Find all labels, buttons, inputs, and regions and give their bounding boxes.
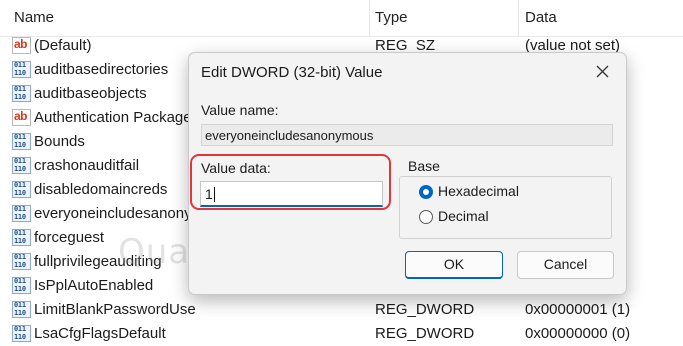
list-header: Name Type Data	[0, 0, 683, 37]
value-name: Bounds	[34, 133, 85, 150]
value-name: Authentication Package	[34, 109, 192, 126]
edit-dword-dialog: Edit DWORD (32-bit) Value Value name: ev…	[188, 52, 627, 295]
binary-value-icon: 011 110	[12, 277, 31, 294]
hexadecimal-radio[interactable]	[419, 185, 433, 199]
decimal-radio[interactable]	[419, 210, 433, 224]
value-name: LsaCfgFlagsDefault	[34, 325, 166, 342]
value-name: auditbaseobjects	[34, 85, 147, 102]
value-name-field[interactable]: everyoneincludesanonymous	[201, 124, 613, 146]
close-button[interactable]	[590, 59, 616, 85]
value-data: 0x00000000 (0)	[525, 325, 631, 342]
binary-value-icon: 011 110	[12, 61, 31, 78]
value-name: LimitBlankPasswordUse	[34, 301, 196, 318]
binary-value-icon: 011 110	[12, 301, 31, 318]
string-value-icon: ab	[12, 37, 31, 54]
value-name: forceguest	[34, 229, 105, 246]
column-header-data[interactable]: Data	[525, 9, 557, 26]
value-data: 0x00000001 (1)	[525, 301, 631, 318]
column-divider[interactable]	[369, 0, 370, 36]
base-group-label: Base	[405, 158, 443, 174]
string-value-icon: ab	[12, 109, 31, 126]
dialog-title: Edit DWORD (32-bit) Value	[201, 64, 383, 81]
ok-button[interactable]: OK	[405, 251, 503, 279]
text-caret	[213, 187, 215, 202]
close-icon	[596, 65, 609, 78]
value-name: auditbasedirectories	[34, 61, 169, 78]
value-data-input[interactable]: 1	[200, 181, 383, 207]
value-name: everyoneincludesanony	[34, 205, 192, 222]
value-type: REG_DWORD	[375, 325, 475, 342]
column-divider[interactable]	[518, 0, 519, 36]
value-name: IsPplAutoEnabled	[34, 277, 154, 294]
value-type: REG_DWORD	[375, 301, 475, 318]
registry-value-row[interactable]: 011 110 LimitBlankPasswordUse REG_DWORD 0x0…	[0, 298, 683, 322]
binary-value-icon: 011 110	[12, 325, 31, 342]
value-name: crashonauditfail	[34, 157, 140, 174]
registry-value-row[interactable]: 011 110 LsaCfgFlagsDefault REG_DWORD 0x0000…	[0, 322, 683, 346]
binary-value-icon: 011 110	[12, 181, 31, 198]
hexadecimal-label[interactable]: Hexadecimal	[438, 183, 519, 199]
binary-value-icon: 011 110	[12, 229, 31, 246]
cancel-button[interactable]: Cancel	[517, 251, 614, 279]
binary-value-icon: 011 110	[12, 157, 31, 174]
column-header-name[interactable]: Name	[14, 9, 54, 26]
value-data-text: 1	[205, 186, 213, 202]
binary-value-icon: 011 110	[12, 205, 31, 222]
column-header-type[interactable]: Type	[375, 9, 408, 26]
binary-value-icon: 011 110	[12, 85, 31, 102]
value-name: (Default)	[34, 37, 92, 54]
decimal-label[interactable]: Decimal	[438, 208, 489, 224]
value-name: disabledomaincreds	[34, 181, 168, 198]
binary-value-icon: 011 110	[12, 253, 31, 270]
binary-value-icon: 011 110	[12, 133, 31, 150]
value-name-label: Value name:	[201, 102, 279, 118]
value-data-label: Value data:	[201, 160, 271, 176]
